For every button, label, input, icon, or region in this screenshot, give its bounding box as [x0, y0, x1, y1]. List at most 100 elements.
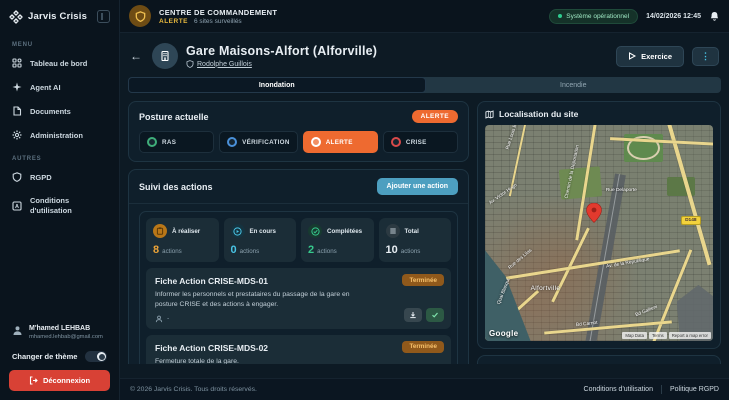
- footer: © 2026 Jarvis Crisis. Tous droits réserv…: [120, 378, 729, 400]
- others-section-label: AUTRES: [12, 156, 42, 162]
- stats-row: À réaliser 8 actions En cours 0 actions …: [146, 218, 451, 262]
- command-center-title: CENTRE DE COMMANDEMENT: [159, 7, 278, 17]
- action-card[interactable]: Fiche Action CRISE-MDS-01 Terminée Infor…: [146, 268, 451, 329]
- content-columns: Posture actuelle ALERTE RAS VÉRIFICATION: [128, 101, 721, 364]
- system-status-badge: Système opérationnel: [549, 8, 639, 24]
- sidebar-item-label: Tableau de bord: [30, 58, 88, 68]
- actions-panel: Suivi des actions Ajouter une action À r…: [128, 169, 469, 364]
- exercise-button[interactable]: Exercice: [616, 45, 684, 67]
- status-badge: Terminée: [402, 340, 444, 353]
- theme-toggle[interactable]: [85, 351, 107, 362]
- tab-inondation[interactable]: Inondation: [128, 77, 426, 93]
- posture-option-crise[interactable]: CRISE: [382, 131, 458, 153]
- gear-icon: [12, 130, 22, 140]
- posture-title: Posture actuelle: [139, 111, 209, 122]
- right-area: CENTRE DE COMMANDEMENT ALERTE 6 sites su…: [120, 0, 729, 400]
- sidebar-item-rgpd[interactable]: RGPD: [0, 165, 119, 189]
- current-posture-badge: ALERTE: [411, 110, 458, 123]
- posture-label: RAS: [162, 138, 177, 146]
- assignee: -: [167, 315, 170, 323]
- sidebar-item-administration[interactable]: Administration: [0, 123, 119, 147]
- moon-icon: [97, 352, 106, 361]
- validate-button[interactable]: [426, 307, 444, 322]
- top-header: CENTRE DE COMMANDEMENT ALERTE 6 sites su…: [120, 0, 729, 33]
- check-icon: [432, 312, 438, 318]
- check-circle-icon: [308, 224, 322, 238]
- copyright: © 2026 Jarvis Crisis. Tous droits réserv…: [130, 386, 257, 393]
- sidebar-item-label: Agent AI: [30, 82, 61, 92]
- page-title: Gare Maisons-Alfort (Alforville): [186, 44, 378, 58]
- sidebar-item-agent-ai[interactable]: Agent AI: [0, 75, 119, 99]
- street-label: Rue des Lilas: [507, 247, 533, 271]
- posture-panel: Posture actuelle ALERTE RAS VÉRIFICATION: [128, 101, 469, 162]
- station-icon: [152, 43, 178, 69]
- user-name: M'hamed LEHBAB: [29, 325, 91, 332]
- map-data-link[interactable]: Map Data: [622, 332, 647, 339]
- street-label: Bd Gallieni: [635, 304, 659, 318]
- stat-label: À réaliser: [172, 227, 201, 235]
- status-dot-icon: [558, 14, 563, 18]
- app-window: Jarvis Crisis MENU Tableau de bord Agent…: [0, 0, 729, 400]
- map[interactable]: Rue Louis Blanc Chemin de la Déportation…: [485, 125, 713, 341]
- stat-label: Complétées: [327, 227, 363, 235]
- sidebar-collapse-icon[interactable]: [97, 10, 110, 23]
- tab-incendie[interactable]: Incendie: [426, 77, 722, 93]
- document-icon: [13, 106, 22, 116]
- footer-terms-link[interactable]: Conditions d'utilisation: [584, 386, 653, 393]
- bell-icon[interactable]: [709, 11, 720, 22]
- footer-rgpd-link[interactable]: Politique RGPD: [670, 386, 719, 393]
- user-block[interactable]: M'hamed LEHBAB mhamed.lehbab@gmail.com: [0, 319, 119, 344]
- sidebar-item-terms[interactable]: A Conditions d'utilisation: [0, 189, 119, 223]
- theme-label: Changer de thème: [12, 352, 78, 361]
- sidebar-item-label: RGPD: [30, 172, 52, 182]
- posture-option-ras[interactable]: RAS: [139, 131, 215, 153]
- dashboard-icon: [12, 58, 22, 68]
- alerte-ring-icon: [310, 137, 321, 147]
- actions-inner-box: À réaliser 8 actions En cours 0 actions …: [139, 211, 458, 364]
- page-header: ← Gare Maisons-Alfort (Alforville) Rodol…: [128, 39, 721, 77]
- list-icon: [385, 224, 400, 238]
- divider: [129, 203, 468, 204]
- actions-title: Suivi des actions: [139, 181, 213, 192]
- terms-icon: A: [12, 201, 22, 211]
- back-button[interactable]: ←: [130, 49, 144, 63]
- stat-card-completed: Complétées 2 actions: [301, 218, 374, 262]
- stat-card-todo: À réaliser 8 actions: [146, 218, 219, 262]
- manager-link[interactable]: Rodolphe Guillois: [197, 61, 252, 68]
- jarvis-logo-icon: [9, 9, 23, 24]
- footer-separator: [660, 385, 662, 394]
- report-error-link[interactable]: Report a map error: [668, 332, 711, 339]
- logout-button[interactable]: Déconnexion: [9, 370, 110, 391]
- posture-label: ALERTE: [325, 138, 353, 146]
- posture-label: CRISE: [405, 138, 427, 146]
- city-label: Alfortville: [530, 284, 561, 292]
- header-alert-badge: ALERTE: [159, 17, 188, 25]
- road-number-badge: D148: [681, 215, 701, 225]
- sidebar-item-label: Administration: [30, 130, 83, 140]
- secondary-right-panel: [477, 355, 721, 364]
- add-action-button[interactable]: Ajouter une action: [376, 178, 458, 195]
- map-railway: [583, 172, 626, 341]
- posture-option-alerte[interactable]: ALERTE: [302, 131, 378, 153]
- verification-ring-icon: [227, 137, 238, 147]
- sidebar-item-documents[interactable]: Documents: [0, 99, 119, 123]
- user-email: mhamed.lehbab@gmail.com: [29, 334, 103, 340]
- command-center-block: CENTRE DE COMMANDEMENT ALERTE 6 sites su…: [159, 8, 277, 25]
- download-button[interactable]: [404, 307, 422, 322]
- location-pin-icon: [586, 203, 603, 223]
- sparkle-icon: [12, 82, 22, 92]
- action-title: Fiche Action CRISE-MDS-01: [155, 276, 269, 286]
- stat-label: En cours: [249, 227, 276, 235]
- stat-unit: actions: [317, 248, 337, 255]
- action-card[interactable]: Fiche Action CRISE-MDS-02 Terminée Ferme…: [146, 334, 451, 364]
- stat-label: Total: [404, 227, 419, 235]
- sidebar-item-dashboard[interactable]: Tableau de bord: [0, 51, 119, 75]
- posture-option-verification[interactable]: VÉRIFICATION: [219, 131, 298, 153]
- sites-count: 6 sites surveillés: [194, 17, 242, 25]
- google-watermark: Google: [489, 329, 519, 338]
- kebab-menu-button[interactable]: ⋮: [692, 46, 719, 66]
- main-content: ← Gare Maisons-Alfort (Alforville) Rodol…: [120, 33, 729, 378]
- right-column: Localisation du site Rue Louis Blanc Che…: [477, 101, 721, 364]
- terms-link[interactable]: Terms: [648, 332, 667, 339]
